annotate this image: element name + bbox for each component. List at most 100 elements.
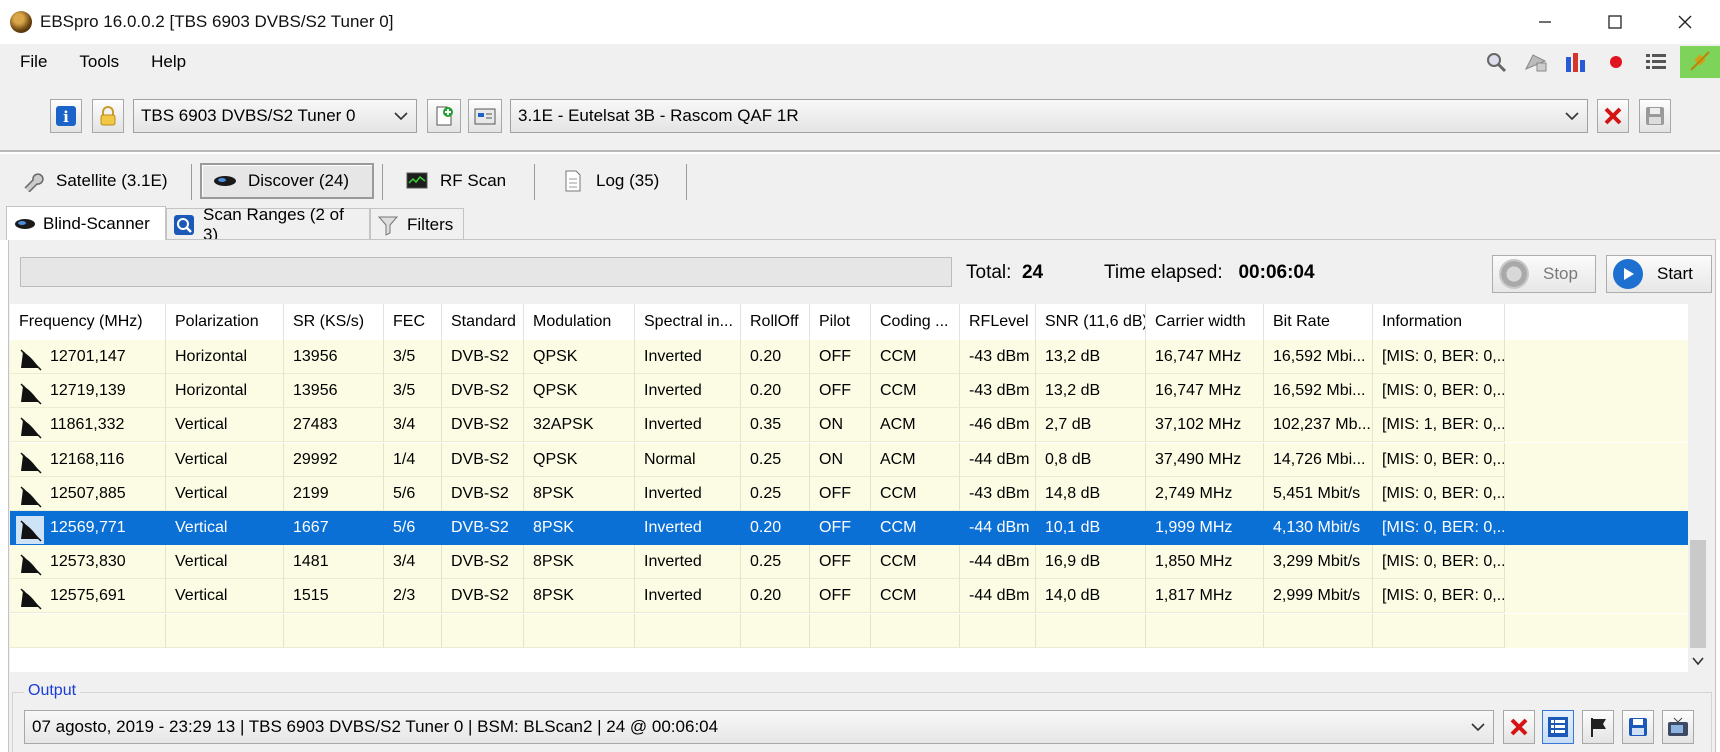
satellite-icon[interactable] [1680,46,1720,78]
details-icon[interactable] [1542,710,1574,744]
maximize-icon[interactable] [1580,0,1650,44]
minimize-icon[interactable] [1510,0,1580,44]
column-header-rf-level[interactable]: RFLevel [960,304,1036,340]
cell-rf-level [960,614,1036,648]
delete-icon[interactable] [1597,99,1629,133]
tuner-select[interactable]: TBS 6903 DVBS/S2 Tuner 0 [133,99,417,133]
delete-icon[interactable] [1503,710,1535,744]
lock-icon[interactable] [92,99,124,133]
app-icon [10,11,32,33]
table-row[interactable]: 11861,332 Vertical 27483 3/4 DVB-S2 32APSK Inv… [10,408,1688,442]
cell-snr: 0,8 dB [1036,443,1146,477]
column-header-coding[interactable]: Coding ... [871,304,960,340]
tab-separator [534,164,535,200]
cell-information: [MIS: 0, BER: 0,... [1373,443,1505,477]
cell-bit-rate: 3,299 Mbit/s [1264,545,1373,579]
column-header-spectral-inversion[interactable]: Spectral in... [635,304,741,340]
cell-pilot: OFF [810,374,871,408]
scrollbar-thumb[interactable] [1690,540,1706,648]
cell-modulation [524,614,635,648]
cell-information: [MIS: 0, BER: 0,... [1373,477,1505,511]
column-header-snr[interactable]: SNR (11,6 dB) [1036,304,1146,340]
search-icon[interactable] [1480,46,1512,78]
info-icon[interactable]: i [50,99,82,133]
column-header-pilot[interactable]: Pilot [810,304,871,340]
column-header-symbol-rate[interactable]: SR (KS/s) [284,304,384,340]
tv-icon[interactable] [1662,710,1694,744]
satellite-select-value: 3.1E - Eutelsat 3B - Rascom QAF 1R [518,106,799,125]
tab-rf-scan[interactable]: RF Scan [394,163,506,199]
tab-filters[interactable]: Filters [370,208,464,240]
cell-symbol-rate: 13956 [284,340,384,374]
cell-pilot: OFF [810,511,871,545]
transponder-icon[interactable] [468,99,502,133]
table-row-empty[interactable] [10,614,1688,648]
column-header-polarization[interactable]: Polarization [166,304,284,340]
cell-symbol-rate: 27483 [284,408,384,442]
tab-scan-ranges[interactable]: Scan Ranges (2 of 3) [166,205,370,244]
cell-polarization: Vertical [166,511,284,545]
cell-pilot: ON [810,408,871,442]
cell-rf-level: -43 dBm [960,477,1036,511]
tab-discover[interactable]: Discover (24) [200,163,374,199]
cell-pilot [810,614,871,648]
column-header-fec[interactable]: FEC [384,304,442,340]
column-header-information[interactable]: Information [1373,304,1505,340]
cell-coding: CCM [871,545,960,579]
new-document-icon[interactable] [427,99,461,133]
menu-file[interactable]: File [8,52,59,72]
column-header-carrier-width[interactable]: Carrier width [1146,304,1264,340]
monitor-icon [404,170,430,192]
cell-coding [871,614,960,648]
tab-log[interactable]: Log (35) [550,163,659,199]
column-header-modulation[interactable]: Modulation [524,304,635,340]
save-icon[interactable] [1622,710,1654,744]
cell-modulation: QPSK [524,443,635,477]
save-icon[interactable] [1639,99,1671,133]
satellite-select[interactable]: 3.1E - Eutelsat 3B - Rascom QAF 1R [510,99,1588,133]
table-row[interactable]: 12168,116 Vertical 29992 1/4 DVB-S2 QPSK Norma… [10,443,1688,477]
bar-chart-icon[interactable] [1560,46,1592,78]
column-header-bit-rate[interactable]: Bit Rate [1264,304,1373,340]
tab-satellite[interactable]: Satellite (3.1E) [10,163,168,199]
stop-button[interactable]: Stop [1492,255,1596,293]
table-row[interactable]: 12573,830 Vertical 1481 3/4 DVB-S2 8PSK Invert… [10,545,1688,579]
table-row[interactable]: 12507,885 Vertical 2199 5/6 DVB-S2 8PSK Invert… [10,477,1688,511]
cell-rolloff: 0.20 [741,579,810,613]
column-header-standard[interactable]: Standard [442,304,524,340]
flag-icon[interactable] [1582,710,1614,744]
table-row[interactable]: 12701,147 Horizontal 13956 3/5 DVB-S2 QPSK Inv… [10,340,1688,374]
cell-rolloff: 0.20 [741,374,810,408]
list-icon[interactable] [1640,46,1672,78]
table-row[interactable]: 12719,139 Horizontal 13956 3/5 DVB-S2 QPSK Inv… [10,374,1688,408]
tab-label: Filters [407,214,454,234]
satellite-dish-icon [16,516,44,544]
cell-rolloff: 0.20 [741,340,810,374]
close-icon[interactable] [1650,0,1720,44]
output-select[interactable]: 07 agosto, 2019 - 23:29 13 | TBS 6903 DV… [24,710,1494,744]
start-button[interactable]: Start [1606,255,1712,293]
tab-blind-scanner[interactable]: Blind-Scanner [6,206,166,240]
column-header-rolloff[interactable]: RollOff [741,304,810,340]
cell-snr [1036,614,1146,648]
document-icon [560,170,586,192]
cell-coding: CCM [871,511,960,545]
menu-help[interactable]: Help [139,52,198,72]
cell-bit-rate: 16,592 Mbi... [1264,374,1373,408]
cell-modulation: 8PSK [524,511,635,545]
cell-fec: 3/4 [384,545,442,579]
output-label: Output [24,682,81,700]
cell-standard: DVB-S2 [442,408,524,442]
tab-separator [191,164,192,200]
cell-polarization: Vertical [166,579,284,613]
output-value: 07 agosto, 2019 - 23:29 13 | TBS 6903 DV… [32,717,719,736]
column-header-frequency[interactable]: Frequency (MHz) [10,304,166,340]
menu-tools[interactable]: Tools [67,52,131,72]
table-row[interactable]: 12569,771 Vertical 1667 5/6 DVB-S2 8PSK Invert… [10,511,1688,548]
cell-symbol-rate: 13956 [284,374,384,408]
satellite-dish-icon[interactable] [1520,46,1552,78]
table-row[interactable]: 12575,691 Vertical 1515 2/3 DVB-S2 8PSK Invert… [10,579,1688,613]
elapsed-stat: Time elapsed: 00:06:04 [1104,262,1315,284]
record-icon[interactable] [1600,46,1632,78]
scroll-down-icon[interactable] [1688,650,1708,672]
